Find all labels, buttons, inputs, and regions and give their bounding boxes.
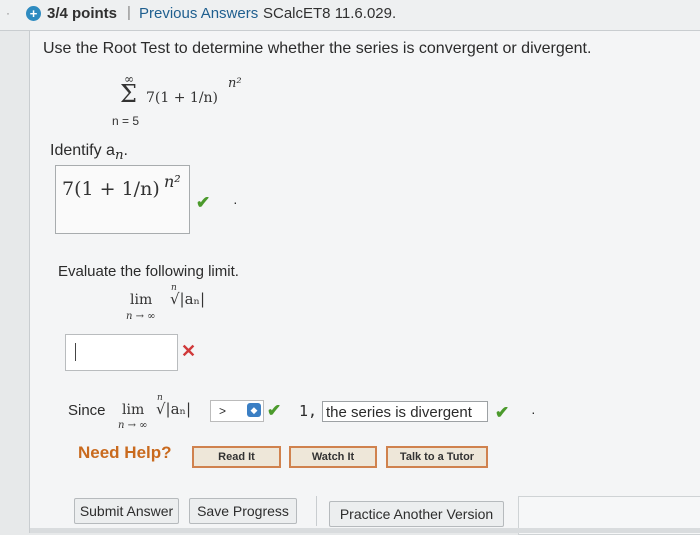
bottom-border (30, 528, 700, 533)
sigma-symbol: Σ (120, 80, 137, 108)
question-header: · + 3/4 points | Previous Answers SCalcE… (0, 0, 700, 31)
save-progress-button[interactable]: Save Progress (189, 498, 297, 524)
limit-answer-input[interactable] (65, 334, 178, 371)
points-score: 3/4 points (47, 5, 118, 22)
root-expression: √|aₙ| (170, 290, 206, 308)
since-label: Since (68, 402, 106, 419)
bullet-icon: · (6, 6, 10, 20)
problem-code: SCalcET8 11.6.029. (263, 5, 397, 22)
previous-answers-link[interactable]: Previous Answers (139, 5, 258, 22)
trailing-dot: · (233, 194, 238, 210)
identify-an-label: Identify an. (50, 142, 128, 164)
since-root-expression: √|aₙ| (156, 400, 192, 418)
watch-it-button[interactable]: Watch It (289, 446, 377, 468)
correct-check-icon: ✔ (196, 193, 211, 212)
limit-expression: lim n → ∞ n √|aₙ| (120, 283, 240, 332)
read-it-button[interactable]: Read It (192, 446, 281, 468)
series-exponent: n² (228, 76, 242, 91)
comparison-select[interactable]: > ◆ (210, 400, 264, 422)
header-separator: | (127, 4, 131, 21)
incorrect-x-icon: ✕ (181, 341, 197, 361)
lim-subscript: n → ∞ (126, 311, 156, 322)
need-help-label: Need Help? (78, 443, 172, 462)
conclusion-check-icon: ✔ (495, 403, 510, 422)
trailing-dot-2: · (531, 404, 536, 420)
submit-answer-button[interactable]: Submit Answer (74, 498, 179, 524)
an-answer-field[interactable]: 7(1 + 1/n) n² (55, 165, 190, 234)
comparison-value: > (219, 404, 227, 418)
lim-text: lim (130, 292, 153, 308)
expand-plus-icon[interactable]: + (26, 6, 41, 21)
text-caret (75, 343, 76, 361)
series-term: 7(1 + 1/n) (146, 90, 219, 106)
select-arrows-icon[interactable]: ◆ (247, 403, 261, 417)
an-answer-exponent: n² (164, 172, 181, 191)
an-answer-value: 7(1 + 1/n) (62, 178, 160, 200)
evaluate-limit-label: Evaluate the following limit. (58, 263, 239, 280)
since-lim-text: lim (122, 402, 145, 418)
comparison-check-icon: ✔ (267, 401, 282, 420)
since-lim-subscript: n → ∞ (118, 420, 148, 431)
question-prompt: Use the Root Test to determine whether t… (43, 40, 592, 57)
series-lower-limit: n = 5 (112, 114, 140, 128)
talk-to-tutor-button[interactable]: Talk to a Tutor (386, 446, 488, 468)
conclusion-select[interactable]: the series is divergent (322, 401, 488, 422)
comparison-value-one: 1, (299, 402, 318, 420)
series-expression: ∞ Σ n = 5 7(1 + 1/n) n² (112, 72, 272, 134)
practice-another-version-button[interactable]: Practice Another Version (329, 501, 504, 527)
action-divider (316, 496, 317, 526)
